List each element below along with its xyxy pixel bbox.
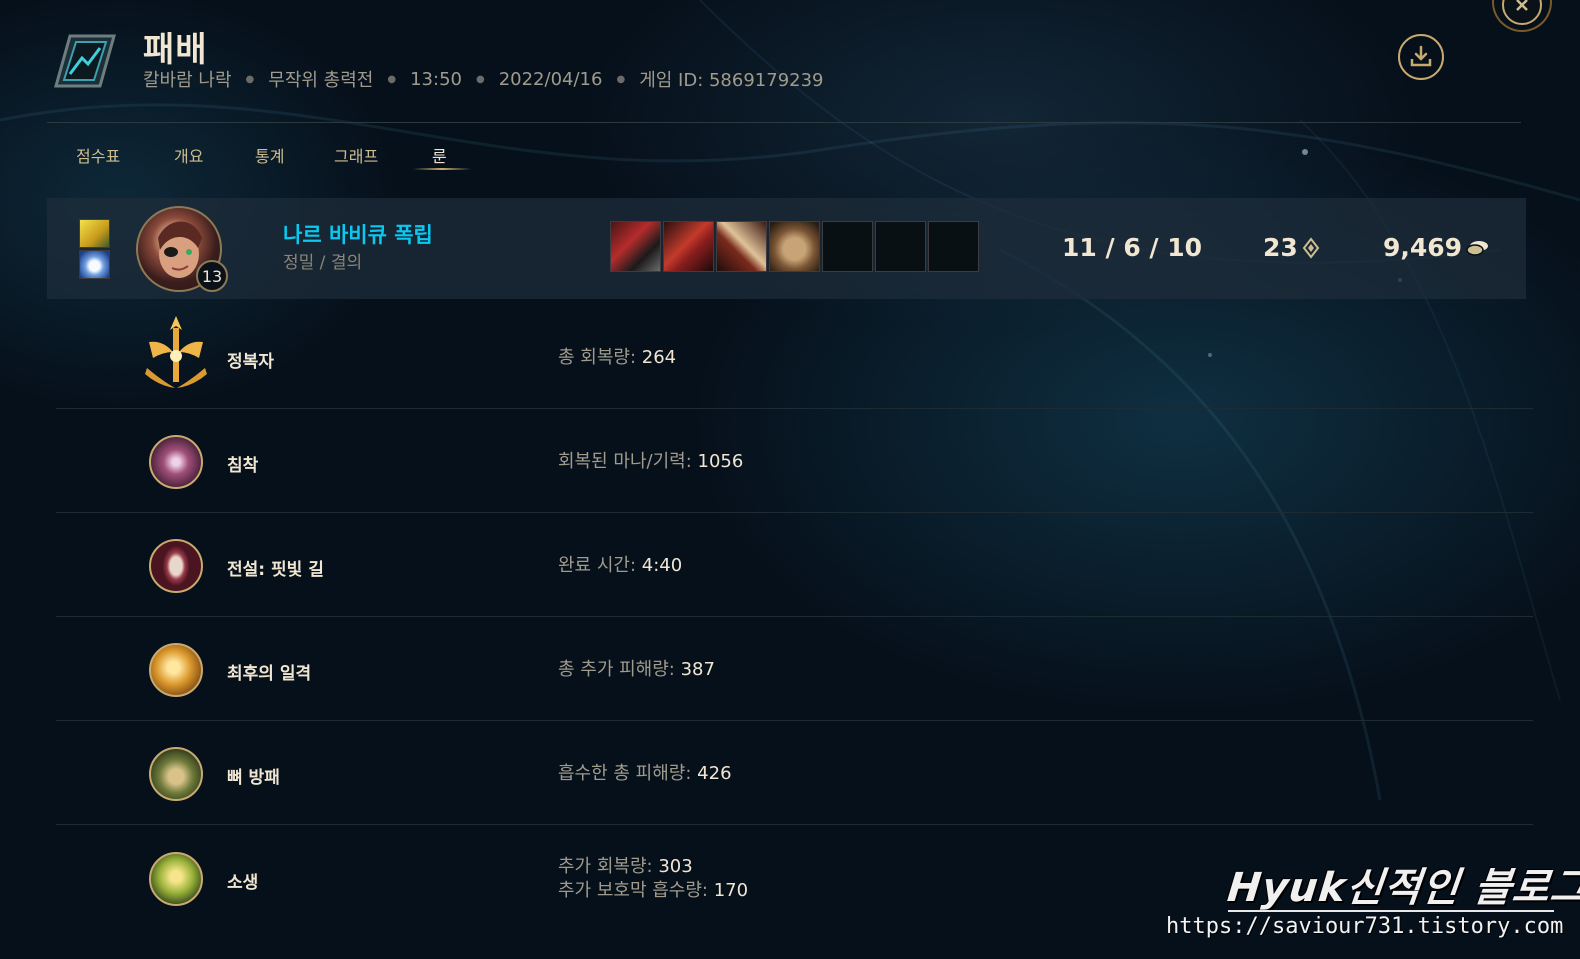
watermark-title: Hyuk신적인 블로그 [1225, 865, 1580, 911]
presence-of-mind-icon [149, 435, 203, 489]
stat-label: 완료 시간: [558, 555, 637, 576]
stat-value: 387 [680, 659, 715, 680]
match-meta: 칼바람 나락 ● 무작위 총력전 ● 13:50 ● 2022/04/16 ● … [143, 66, 824, 92]
gold-value: 9,469 [1383, 233, 1463, 262]
download-icon [1410, 45, 1432, 67]
minion-icon [1302, 236, 1320, 259]
header-divider [47, 122, 1521, 123]
revitalize-icon [149, 852, 203, 906]
item-2-icon[interactable] [663, 221, 714, 272]
rune-name: 뼈 방패 [227, 768, 280, 788]
stat-label: 추가 회복량: [558, 856, 653, 877]
tab-graph[interactable]: 그래프 [334, 143, 378, 167]
stat-label: 추가 보호막 흡수량: [558, 880, 708, 901]
tab-stats[interactable]: 통계 [255, 143, 284, 167]
champion-level-badge: 13 [196, 260, 228, 292]
conqueror-icon [145, 316, 207, 388]
rune-stat: 추가 회복량: 303 추가 보호막 흡수량: 170 [558, 855, 748, 903]
tab-overview[interactable]: 개요 [174, 143, 203, 167]
stat-value: 303 [658, 856, 693, 877]
stat-value: 426 [697, 763, 732, 784]
game-date: 2022/04/16 [498, 68, 603, 90]
stat-value: 1056 [697, 451, 744, 472]
item-1-icon[interactable] [610, 221, 661, 272]
rune-stat: 총 회복량: 264 [558, 346, 676, 370]
rune-name: 전설: 핏빛 길 [227, 560, 324, 580]
separator-dot: ● [387, 73, 397, 85]
tab-scoreboard[interactable]: 점수표 [76, 143, 120, 167]
stat-label: 총 추가 피해량: [558, 659, 675, 680]
watermark-url: https://saviour731.tistory.com [1166, 914, 1564, 939]
rune-stat: 회복된 마나/기력: 1056 [558, 450, 743, 474]
rune-row-presence-of-mind [56, 409, 1533, 513]
ghost-spell-icon [79, 219, 110, 248]
stat-line: 추가 보호막 흡수량: 170 [558, 879, 748, 903]
close-button[interactable] [1492, 0, 1552, 32]
stat-value: 4:40 [641, 555, 683, 576]
game-id: 게임 ID: 5869179239 [639, 70, 824, 91]
gold-coin-icon [1466, 240, 1489, 256]
empty-item-slot [928, 221, 979, 272]
defeat-crest-icon [52, 28, 118, 94]
rune-name: 소생 [227, 873, 259, 893]
stat-line: 추가 회복량: 303 [558, 855, 748, 879]
rune-name: 정복자 [227, 352, 274, 372]
kda-score: 11 / 6 / 10 [1062, 233, 1203, 262]
download-button[interactable] [1398, 34, 1444, 80]
boots-item-icon[interactable] [769, 221, 820, 272]
separator-dot: ● [245, 73, 255, 85]
empty-item-slot [875, 221, 926, 272]
bone-plating-icon [149, 747, 203, 801]
creep-score: 23 [1263, 233, 1320, 262]
rune-row-conqueror [56, 305, 1533, 409]
last-stand-icon [149, 643, 203, 697]
stat-label: 총 회복량: [558, 347, 637, 368]
rune-name: 최후의 일격 [227, 664, 312, 684]
item-3-icon[interactable] [716, 221, 767, 272]
creep-score-value: 23 [1263, 233, 1298, 262]
page-title: 패배 [143, 30, 208, 70]
map-name: 칼바람 나락 [143, 70, 232, 91]
rune-name: 침착 [227, 456, 259, 476]
active-tab-indicator [413, 168, 471, 170]
rune-stat: 완료 시간: 4:40 [558, 554, 682, 578]
watermark-underline [1228, 910, 1554, 912]
game-duration: 13:50 [410, 68, 462, 90]
stat-label: 회복된 마나/기력: [558, 451, 692, 472]
rune-stat: 총 추가 피해량: 387 [558, 658, 715, 682]
summoner-name[interactable]: 나르 바비큐 폭립 [283, 219, 433, 249]
gold-earned: 9,469 [1383, 233, 1490, 262]
legend-bloodline-icon [149, 539, 203, 593]
snowball-spell-icon [79, 250, 110, 279]
empty-item-slot [822, 221, 873, 272]
tab-runes[interactable]: 룬 [432, 143, 447, 167]
separator-dot: ● [616, 73, 626, 85]
rune-stat: 흡수한 총 피해량: 426 [558, 762, 732, 786]
rune-paths: 정밀 / 결의 [283, 253, 363, 273]
separator-dot: ● [475, 73, 485, 85]
close-icon [1502, 0, 1542, 25]
stat-value: 170 [713, 880, 749, 901]
stat-value: 264 [641, 347, 677, 368]
game-mode: 무작위 총력전 [268, 70, 374, 91]
stat-label: 흡수한 총 피해량: [558, 763, 692, 784]
